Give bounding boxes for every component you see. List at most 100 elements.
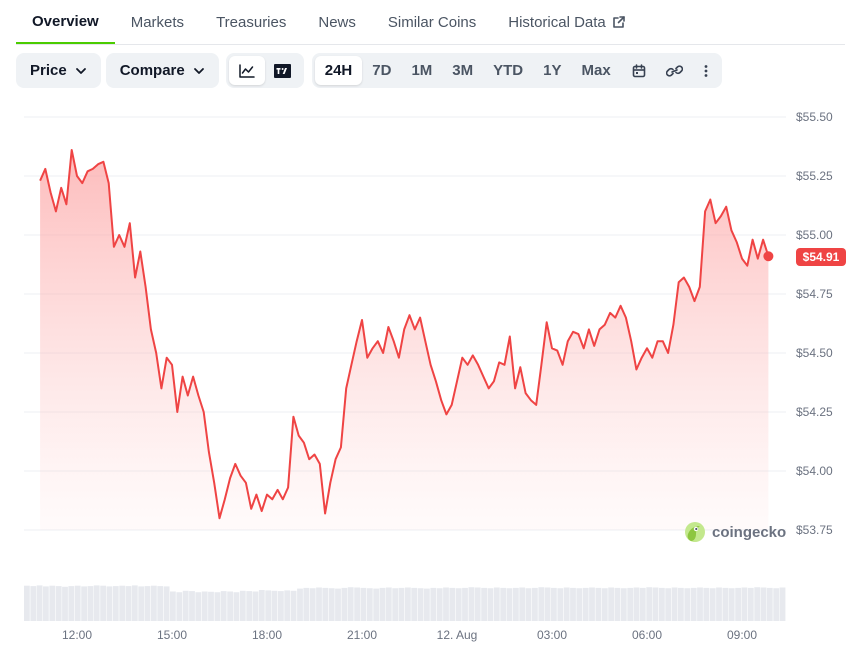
volume-bar: [214, 592, 221, 621]
volume-bar: [163, 586, 170, 621]
volume-bar: [532, 587, 538, 621]
price-dropdown-label: Price: [30, 62, 67, 79]
volume-bar: [487, 588, 494, 621]
x-tick-label: 12. Aug: [437, 628, 478, 642]
external-link-icon: [612, 16, 625, 28]
tradingview-button[interactable]: [265, 56, 301, 85]
watermark-text: coingecko: [712, 523, 787, 541]
volume-bar: [513, 587, 519, 621]
volume-bar: [735, 587, 741, 621]
volume-bar: [151, 585, 157, 621]
chevron-down-icon: [75, 67, 86, 74]
volume-bar: [576, 588, 583, 621]
current-price-dot: [763, 251, 774, 262]
volume-bar: [760, 587, 767, 621]
y-tick-label: $54.50: [796, 346, 833, 360]
volume-bar: [239, 590, 246, 621]
volume-bar: [474, 587, 481, 621]
volume-bar: [201, 591, 208, 621]
volume-bar: [684, 588, 691, 621]
volume-bar: [557, 588, 564, 621]
volume-bar: [614, 587, 621, 621]
x-tick-label: 12:00: [62, 628, 92, 642]
volume-bar: [347, 587, 354, 621]
range-3m[interactable]: 3M: [442, 56, 483, 85]
tab-bar: Overview Markets Treasuries News Similar…: [16, 0, 845, 45]
volume-bar: [309, 588, 316, 621]
volume-bar: [773, 588, 780, 621]
volume-bar: [519, 587, 526, 621]
y-tick-label: $53.75: [796, 523, 833, 537]
volume-bar: [366, 588, 373, 621]
volume-bar: [671, 587, 678, 621]
y-tick-label: $55.25: [796, 169, 833, 183]
volume-bar: [766, 587, 773, 621]
volume-bar: [462, 587, 468, 621]
volume-bar: [30, 586, 37, 621]
y-tick-label: $54.00: [796, 464, 833, 478]
range-1m[interactable]: 1M: [401, 56, 442, 85]
volume-bar: [538, 587, 545, 621]
x-tick-label: 06:00: [632, 628, 662, 642]
tab-similar-coins[interactable]: Similar Coins: [372, 0, 492, 44]
volume-bar: [430, 587, 437, 621]
volume-bar: [49, 585, 56, 621]
compare-dropdown[interactable]: Compare: [105, 53, 219, 88]
volume-bar: [697, 587, 703, 621]
range-7d[interactable]: 7D: [362, 56, 401, 85]
line-chart-button[interactable]: [228, 56, 265, 85]
range-24h[interactable]: 24H: [314, 56, 363, 85]
tab-label: Treasuries: [216, 13, 287, 31]
price-dropdown[interactable]: Price: [16, 53, 101, 88]
volume-bar: [627, 587, 634, 621]
y-tick-label: $54.75: [796, 287, 833, 301]
volume-bar: [297, 588, 303, 621]
chart-toolbar: Price Compare 24H 7D 1M 3M YTD 1Y Max: [16, 53, 722, 88]
tab-label: Overview: [32, 12, 99, 30]
time-range-group: 24H 7D 1M 3M YTD 1Y Max: [311, 53, 722, 88]
volume-bar: [722, 587, 729, 621]
volume-bar: [131, 585, 138, 621]
compare-dropdown-label: Compare: [119, 62, 185, 79]
range-max[interactable]: Max: [572, 56, 621, 85]
volume-bar: [278, 591, 284, 621]
volume-bar: [424, 588, 430, 621]
line-chart-icon: [238, 63, 255, 78]
share-link-button[interactable]: [657, 56, 693, 85]
tab-label: News: [318, 13, 356, 31]
volume-bar: [36, 585, 43, 621]
volume-bar: [43, 586, 49, 621]
volume-bar: [551, 587, 557, 621]
volume-bar: [563, 587, 570, 621]
tab-overview[interactable]: Overview: [16, 0, 115, 44]
volume-bar: [525, 588, 532, 621]
volume-bar: [506, 588, 513, 621]
volume-bar: [468, 587, 475, 621]
volume-bar: [601, 588, 608, 621]
volume-bar: [678, 587, 684, 621]
price-chart[interactable]: $55.50 $55.25 $55.00 $54.75 $54.50 $54.25 $54.…: [0, 100, 851, 647]
volume-bar: [252, 591, 259, 621]
range-1y[interactable]: 1Y: [533, 56, 571, 85]
volume-bar: [754, 587, 761, 621]
volume-bar: [589, 587, 595, 621]
volume-bar: [411, 587, 418, 621]
volume-bar: [227, 591, 233, 621]
more-options-button[interactable]: [693, 56, 719, 85]
tab-treasuries[interactable]: Treasuries: [200, 0, 302, 44]
volume-bar: [316, 587, 322, 621]
volume-bar: [449, 587, 456, 621]
tab-historical-data[interactable]: Historical Data: [492, 0, 642, 44]
volume-bar: [271, 590, 278, 621]
calendar-button[interactable]: [621, 56, 657, 85]
volume-bar: [328, 588, 335, 621]
volume-bar: [335, 588, 341, 621]
tab-markets[interactable]: Markets: [115, 0, 200, 44]
volume-bar: [417, 588, 424, 621]
range-ytd[interactable]: YTD: [483, 56, 533, 85]
volume-bar: [322, 587, 329, 621]
tradingview-icon: [274, 63, 292, 78]
x-tick-label: 09:00: [727, 628, 757, 642]
volume-bar: [373, 588, 380, 621]
tab-news[interactable]: News: [302, 0, 372, 44]
